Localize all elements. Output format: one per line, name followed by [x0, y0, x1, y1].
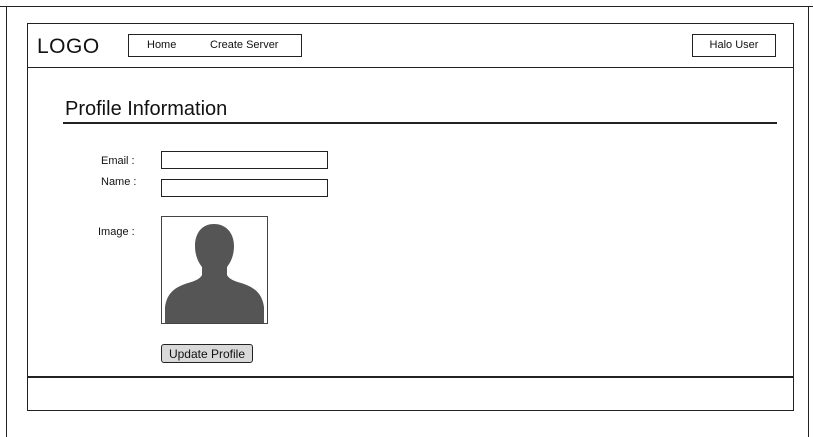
footer-divider: [28, 376, 793, 378]
nav-menu: Home Create Server: [128, 34, 302, 57]
image-label: Image :: [98, 226, 135, 238]
email-label: Email :: [101, 155, 135, 167]
header-bar: LOGO Home Create Server Halo User: [28, 24, 793, 68]
nav-home-link[interactable]: Home: [147, 35, 176, 55]
app-window: LOGO Home Create Server Halo User Profil…: [27, 23, 794, 411]
person-silhouette-icon: [165, 224, 264, 323]
name-label: Name :: [101, 176, 137, 188]
nav-create-server-link[interactable]: Create Server: [210, 35, 278, 55]
email-field[interactable]: [161, 151, 328, 169]
canvas-border-top: [0, 6, 813, 7]
title-divider: [63, 122, 777, 124]
canvas-border-right: [808, 6, 809, 437]
user-menu-button[interactable]: Halo User: [692, 34, 776, 57]
page: LOGO Home Create Server Halo User Profil…: [0, 0, 813, 437]
page-title: Profile Information: [65, 98, 228, 120]
update-profile-button[interactable]: Update Profile: [161, 344, 253, 363]
profile-image[interactable]: [161, 216, 268, 324]
name-field[interactable]: [161, 179, 328, 197]
logo: LOGO: [37, 35, 100, 58]
canvas-border-left: [6, 6, 7, 437]
